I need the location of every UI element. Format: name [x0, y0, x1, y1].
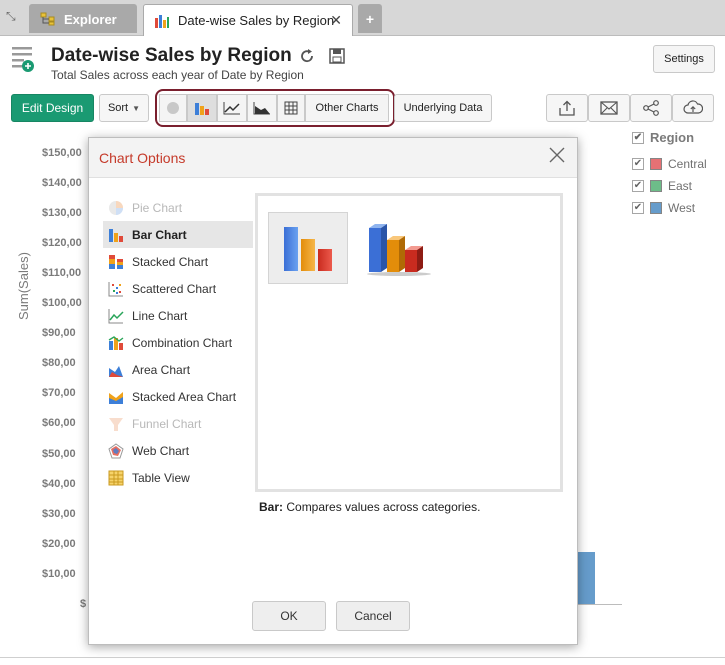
chart-type-bar-chart[interactable]: Bar Chart [103, 221, 253, 248]
pie-chart-icon [167, 102, 179, 114]
pie-chart-icon [108, 200, 126, 216]
share-button[interactable] [630, 94, 672, 122]
chart-options-dialog: Chart Options Pie Chart Bar Chart Stacked … [88, 137, 578, 645]
save-icon[interactable] [328, 47, 346, 65]
chart-type-label: Scattered Chart [132, 281, 217, 296]
chart-description: Bar: Compares values across categories. [259, 500, 480, 514]
dialog-header: Chart Options [89, 138, 577, 178]
publish-button[interactable] [672, 94, 714, 122]
chart-type-scattered-chart[interactable]: Scattered Chart [103, 275, 253, 302]
underlying-data-button[interactable]: Underlying Data [394, 94, 492, 122]
chart-type-label: Combination Chart [132, 335, 233, 350]
tab-label: Explorer [64, 11, 117, 27]
email-button[interactable] [588, 94, 630, 122]
bar-3d-icon [367, 224, 431, 276]
chart-type-table-view[interactable]: Table View [103, 464, 253, 491]
bar-2d-option[interactable] [268, 212, 348, 284]
close-icon[interactable]: ✕ [330, 12, 342, 29]
toolbar: Edit Design Sort ▼ Other Charts Underlyi… [0, 89, 725, 129]
area-chart-icon [108, 362, 126, 378]
dialog-title: Chart Options [99, 150, 186, 166]
pie-chart-button[interactable] [159, 94, 187, 122]
chart-type-label: Table View [132, 470, 190, 485]
cloud-upload-icon [683, 100, 703, 114]
expand-icon[interactable]: ⤡ [6, 9, 22, 25]
web-chart-icon [108, 442, 126, 459]
chart-type-web-chart[interactable]: Web Chart [103, 437, 253, 464]
chart-type-area-chart[interactable]: Area Chart [103, 356, 253, 383]
tree-icon [40, 12, 56, 26]
page-subtitle: Total Sales across each year of Date by … [51, 68, 304, 82]
tab-explorer[interactable]: Explorer [29, 4, 137, 33]
scatter-chart-icon [108, 281, 126, 297]
bar-chart-button[interactable] [187, 94, 217, 122]
chart-type-pie-chart: Pie Chart [103, 194, 253, 221]
chart-type-funnel-chart: Funnel Chart [103, 410, 253, 437]
email-icon [600, 101, 618, 115]
bar-chart-icon [154, 14, 170, 28]
chevron-down-icon: ▼ [132, 103, 141, 113]
line-chart-icon [108, 308, 126, 324]
bar-3d-option[interactable] [358, 212, 438, 284]
chart-type-label: Stacked Chart [132, 254, 209, 269]
chart-type-label: Funnel Chart [132, 416, 202, 431]
area-chart-icon [253, 102, 270, 115]
export-button[interactable] [546, 94, 588, 122]
description-text: Compares values across categories. [283, 500, 481, 514]
line-chart-button[interactable] [217, 94, 247, 122]
sort-button[interactable]: Sort ▼ [99, 94, 149, 122]
chart-preview [255, 193, 563, 492]
tab-bar: ⤡ Explorer Date-wise Sales by Region ✕ + [0, 0, 725, 36]
tab-label: Date-wise Sales by Region [178, 13, 335, 28]
cancel-button[interactable]: Cancel [336, 601, 410, 631]
share-icon [643, 100, 659, 116]
edit-design-button[interactable]: Edit Design [11, 94, 94, 122]
chart-type-label: Bar Chart [132, 227, 187, 242]
close-icon[interactable] [547, 146, 567, 166]
settings-button[interactable]: Settings [653, 45, 715, 73]
report-header: Date-wise Sales by Region Total Sales ac… [0, 37, 725, 92]
chart-type-label: Stacked Area Chart [132, 389, 237, 404]
chart-type-label: Line Chart [132, 308, 188, 323]
stacked-area-chart-icon [108, 389, 126, 405]
table-view-icon [284, 101, 298, 115]
sort-label: Sort [107, 102, 129, 114]
area-chart-button[interactable] [247, 94, 277, 122]
tab-report[interactable]: Date-wise Sales by Region ✕ [143, 4, 353, 36]
export-icon [559, 100, 575, 116]
refresh-icon[interactable] [298, 47, 316, 65]
combination-chart-icon [108, 335, 126, 351]
chart-type-combination-chart[interactable]: Combination Chart [103, 329, 253, 356]
page-title: Date-wise Sales by Region [51, 45, 292, 66]
ok-button[interactable]: OK [252, 601, 326, 631]
add-tab-button[interactable]: + [358, 4, 382, 33]
chart-type-label: Pie Chart [132, 200, 183, 215]
table-view-button[interactable] [277, 94, 305, 122]
description-label: Bar: [259, 500, 284, 514]
bar-chart-icon [195, 103, 209, 115]
chart-type-label: Area Chart [132, 362, 191, 377]
other-charts-button[interactable]: Other Charts [305, 94, 389, 122]
chart-type-list: Pie Chart Bar Chart Stacked Chart Scattered… [103, 194, 253, 491]
bar-chart-icon [108, 227, 126, 243]
chart-type-stacked-chart[interactable]: Stacked Chart [103, 248, 253, 275]
chart-type-label: Web Chart [132, 443, 190, 458]
menu-icon[interactable] [11, 45, 35, 72]
chart-type-stacked-area-chart[interactable]: Stacked Area Chart [103, 383, 253, 410]
chart-type-group: Other Charts [155, 89, 395, 127]
footer-divider [0, 657, 725, 658]
table-view-icon [108, 470, 126, 486]
bar-2d-icon [284, 227, 332, 271]
line-chart-icon [223, 102, 240, 115]
stacked-chart-icon [108, 254, 126, 270]
plus-icon: + [365, 11, 375, 27]
funnel-chart-icon [108, 416, 126, 432]
chart-type-line-chart[interactable]: Line Chart [103, 302, 253, 329]
